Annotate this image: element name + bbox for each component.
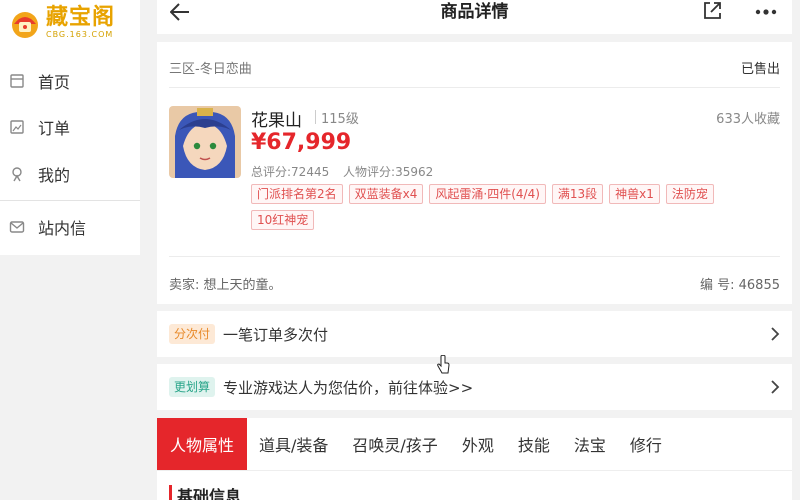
serial-number: 编 号: 46855 bbox=[700, 278, 780, 293]
mail-icon bbox=[8, 218, 26, 236]
tag: 法防宠 bbox=[665, 184, 714, 204]
logo-subtext: CBG.163.COM bbox=[46, 30, 114, 39]
item-name: 花果山 bbox=[251, 111, 302, 131]
tag-list: 门派排名第2名 双蓝装备x4 风起雷涌·四件(4/4) 满13段 神兽x1 法防… bbox=[251, 184, 781, 236]
sidebar-item-orders[interactable]: 订单 bbox=[0, 112, 140, 142]
sidebar: 藏宝阁 CBG.163.COM 首页 订单 我的 站内信 bbox=[0, 0, 140, 255]
valuation-row[interactable]: 更划算 专业游戏达人为您估价，前往体验>> bbox=[157, 364, 792, 410]
tab-appearance[interactable]: 外观 bbox=[450, 418, 506, 470]
hand-cursor-icon bbox=[437, 355, 450, 374]
tab-skills[interactable]: 技能 bbox=[506, 418, 562, 470]
favorites-count: 633人收藏 bbox=[716, 112, 780, 127]
scores: 总评分:72445 人物评分:35962 bbox=[251, 163, 433, 180]
sidebar-item-label: 我的 bbox=[38, 166, 71, 185]
status-badge: 已售出 bbox=[740, 62, 780, 77]
sidebar-item-home[interactable]: 首页 bbox=[0, 66, 140, 96]
divider bbox=[169, 256, 780, 257]
sidebar-divider bbox=[0, 200, 140, 201]
user-icon bbox=[8, 165, 26, 183]
top-bar: 商品详情 bbox=[157, 0, 792, 34]
tag: 双蓝装备x4 bbox=[348, 184, 424, 204]
tab-magic-treasure[interactable]: 法宝 bbox=[562, 418, 618, 470]
divider bbox=[169, 87, 780, 88]
valuation-badge: 更划算 bbox=[169, 377, 216, 397]
share-icon bbox=[704, 2, 721, 19]
logo-text: 藏宝阁 bbox=[46, 5, 116, 30]
tag: 风起雷涌·四件(4/4) bbox=[429, 184, 546, 204]
app-root: 藏宝阁 CBG.163.COM 首页 订单 我的 站内信 商品详情 三区-冬日恋… bbox=[0, 0, 800, 500]
more-dots-icon bbox=[755, 9, 777, 15]
tab-character-attributes[interactable]: 人物属性 bbox=[157, 418, 247, 470]
more-button[interactable] bbox=[751, 0, 781, 24]
tab-summons-children[interactable]: 召唤灵/孩子 bbox=[340, 418, 449, 470]
character-score: 人物评分:35962 bbox=[343, 165, 434, 179]
logo-icon bbox=[8, 6, 42, 40]
sidebar-item-label: 站内信 bbox=[38, 219, 87, 238]
tab-items-equipment[interactable]: 道具/装备 bbox=[247, 418, 340, 470]
main-content: 商品详情 三区-冬日恋曲 已售出 花果山 115级 633人收藏 ¥67,999… bbox=[157, 0, 792, 500]
tag: 神兽x1 bbox=[609, 184, 660, 204]
valuation-text: 专业游戏达人为您估价，前往体验>> bbox=[223, 378, 474, 397]
item-level: 115级 bbox=[321, 112, 359, 127]
basic-info-section: 基础信息 bbox=[157, 470, 792, 500]
sidebar-item-messages[interactable]: 站内信 bbox=[0, 212, 140, 242]
section-marker bbox=[169, 485, 172, 500]
seller-name: 卖家: 想上天的童。 bbox=[169, 278, 282, 293]
chevron-right-icon bbox=[771, 380, 780, 394]
sidebar-item-mine[interactable]: 我的 bbox=[0, 159, 140, 189]
order-icon bbox=[8, 118, 26, 136]
share-button[interactable] bbox=[701, 0, 725, 24]
tag: 10红神宠 bbox=[251, 210, 315, 230]
home-icon bbox=[8, 72, 26, 90]
sidebar-item-label: 订单 bbox=[38, 119, 71, 138]
tab-cultivation[interactable]: 修行 bbox=[618, 418, 674, 470]
detail-tabs: 人物属性 道具/装备 召唤灵/孩子 外观 技能 法宝 修行 bbox=[157, 418, 792, 470]
installment-text: 一笔订单多次付 bbox=[223, 325, 329, 344]
total-score: 总评分:72445 bbox=[251, 165, 330, 179]
installment-row[interactable]: 分次付 一笔订单多次付 bbox=[157, 311, 792, 357]
name-separator bbox=[315, 110, 316, 124]
tag: 满13段 bbox=[551, 184, 604, 204]
price: ¥67,999 bbox=[251, 130, 352, 155]
chevron-right-icon bbox=[771, 327, 780, 341]
product-card: 三区-冬日恋曲 已售出 花果山 115级 633人收藏 ¥67,999 总评分:… bbox=[157, 42, 792, 304]
installment-badge: 分次付 bbox=[169, 324, 216, 344]
section-title: 基础信息 bbox=[177, 487, 242, 500]
character-avatar[interactable] bbox=[169, 106, 241, 178]
sidebar-item-label: 首页 bbox=[38, 73, 71, 92]
logo[interactable]: 藏宝阁 CBG.163.COM bbox=[8, 4, 138, 42]
tag: 门派排名第2名 bbox=[251, 184, 343, 204]
server-name: 三区-冬日恋曲 bbox=[169, 62, 252, 77]
page-title: 商品详情 bbox=[440, 2, 509, 22]
